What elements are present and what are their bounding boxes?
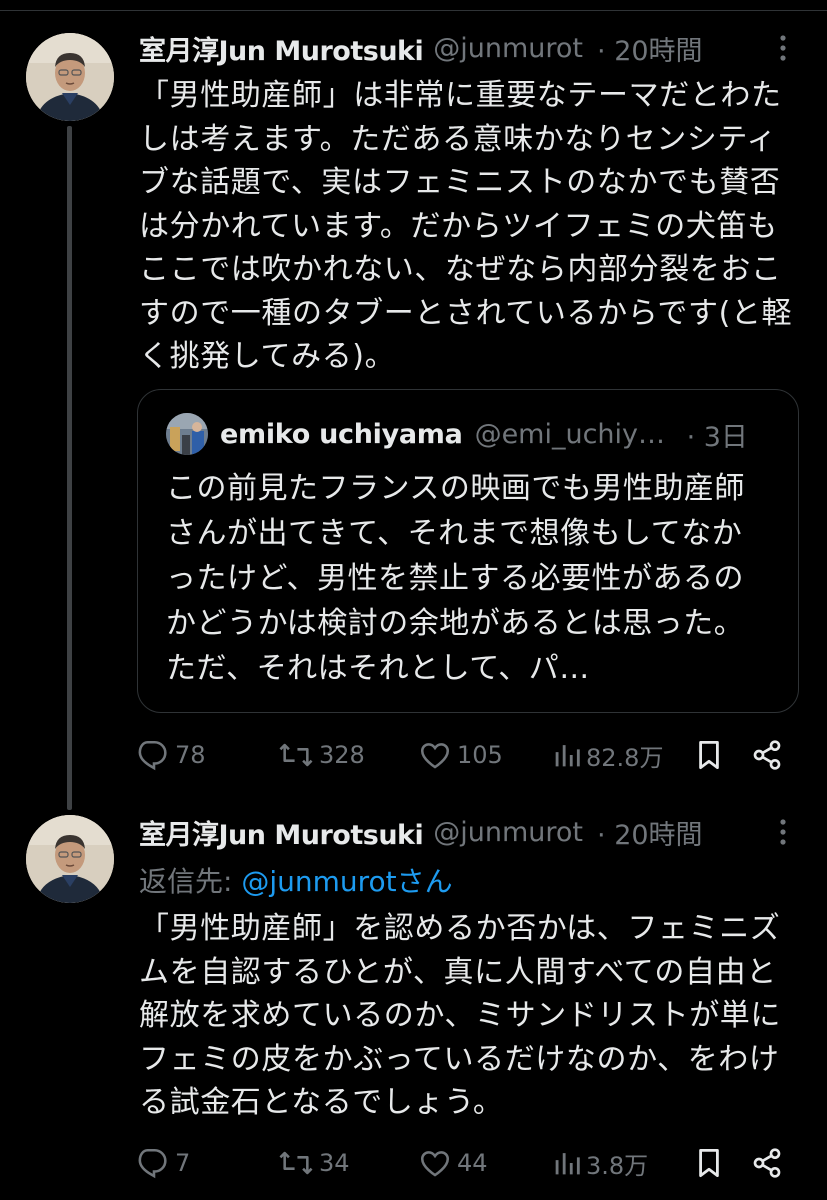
reply-mention-link[interactable]: @junmurotさん xyxy=(241,865,452,898)
action-bar: 78 328 105 82.8万 xyxy=(137,735,797,775)
reply-prefix: 返信先: xyxy=(139,865,242,898)
share-icon xyxy=(753,1148,781,1178)
quoted-tweet[interactable]: emiko uchiyama @emi_uchiyama · 3日 この前見たフ… xyxy=(137,389,799,713)
like-button[interactable]: 44 xyxy=(417,1143,488,1183)
reply-icon xyxy=(138,740,167,771)
avatar-image xyxy=(26,33,114,121)
views-icon xyxy=(555,1153,580,1175)
avatar[interactable] xyxy=(26,33,114,121)
bookmark-button[interactable] xyxy=(695,735,723,775)
view-count: 82.8万 xyxy=(586,743,664,772)
avatar[interactable] xyxy=(26,815,114,903)
reply-button[interactable]: 78 xyxy=(137,735,206,775)
timestamp[interactable]: · 20時間 xyxy=(597,813,703,852)
avatar-image xyxy=(26,815,114,903)
views-button[interactable]: 82.8万 xyxy=(552,735,663,775)
share-button[interactable] xyxy=(751,1143,783,1183)
view-count: 3.8万 xyxy=(586,1151,649,1180)
like-button[interactable]: 105 xyxy=(417,735,503,775)
like-icon xyxy=(420,1151,450,1177)
action-bar: 7 34 44 3.8万 xyxy=(137,1143,797,1183)
quoted-tweet-header: emiko uchiyama @emi_uchiyama · 3日 xyxy=(166,412,770,456)
views-icon xyxy=(555,745,580,767)
retweet-icon xyxy=(279,743,313,767)
tweet-text: 「男性助産師」は非常に重要なテーマだとわたしは考えます。ただある意味かなりセンシ… xyxy=(139,78,793,374)
display-name[interactable]: 室月淳Jun Murotsuki xyxy=(139,29,424,68)
retweet-count: 328 xyxy=(319,741,365,769)
bookmark-icon xyxy=(699,741,719,769)
share-button[interactable] xyxy=(751,735,783,775)
reply-context: 返信先: @junmurotさん xyxy=(139,860,453,900)
tweet-text: 「男性助産師」を認めるか否かは、フェミニズムを自認するひとが、真に人間すべての自… xyxy=(139,911,781,1120)
tweet-header: 室月淳Jun Murotsuki @junmurot · 20時間 xyxy=(139,28,797,68)
reply-count: 7 xyxy=(175,1149,191,1177)
more-icon[interactable] xyxy=(769,818,797,846)
more-icon[interactable] xyxy=(769,34,797,62)
quoted-timestamp: · 3日 xyxy=(686,421,748,453)
bookmark-icon xyxy=(699,1149,719,1178)
like-icon xyxy=(420,743,450,769)
retweet-button[interactable]: 34 xyxy=(277,1143,350,1183)
display-name[interactable]: 室月淳Jun Murotsuki xyxy=(139,813,424,852)
quoted-display-name: emiko uchiyama xyxy=(220,418,463,450)
reply-icon xyxy=(138,1148,167,1179)
quoted-avatar xyxy=(166,413,208,455)
retweet-button[interactable]: 328 xyxy=(277,735,365,775)
timestamp[interactable]: · 20時間 xyxy=(597,29,703,68)
user-handle[interactable]: @junmurot xyxy=(433,33,583,64)
retweet-count: 34 xyxy=(319,1149,350,1177)
quoted-user-handle: @emi_uchiyama xyxy=(474,418,673,450)
retweet-icon xyxy=(279,1151,313,1175)
top-divider xyxy=(0,10,827,11)
tweet-header: 室月淳Jun Murotsuki @junmurot · 20時間 xyxy=(139,812,797,852)
reply-button[interactable]: 7 xyxy=(137,1143,190,1183)
user-handle[interactable]: @junmurot xyxy=(433,817,583,848)
reply-count: 78 xyxy=(175,741,206,769)
share-icon xyxy=(753,740,781,770)
views-button[interactable]: 3.8万 xyxy=(552,1143,648,1183)
like-count: 105 xyxy=(457,741,503,769)
thread-line xyxy=(67,126,72,810)
like-count: 44 xyxy=(457,1149,488,1177)
bookmark-button[interactable] xyxy=(695,1143,723,1183)
quoted-tweet-text: この前見たフランスの映画でも男性助産師さんが出てきて、それまで想像もしてなかった… xyxy=(166,471,745,686)
